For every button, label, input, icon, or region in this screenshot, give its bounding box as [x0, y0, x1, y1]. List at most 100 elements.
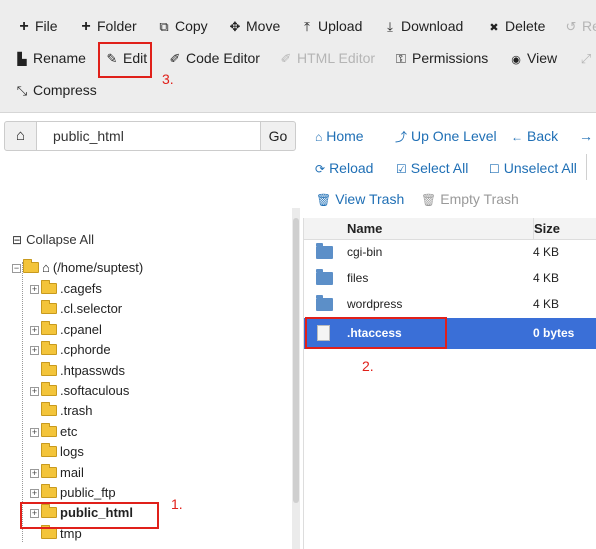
home-icon: ⌂ [42, 260, 50, 275]
tree-item-label: .cl.selector [60, 301, 123, 317]
tree-item[interactable]: + .cpanel [30, 320, 102, 340]
tree-item[interactable]: + public_ftp [30, 483, 116, 503]
callout-two: 2. [362, 358, 374, 374]
level-up-icon: ⤴ [395, 130, 408, 144]
table-row[interactable]: files 4 KB [304, 266, 596, 291]
download-icon: ⤓ [387, 19, 393, 34]
folder-open-icon [23, 259, 39, 274]
tree-item-label: .trash [60, 403, 93, 419]
minus-square-icon: ⊟ [12, 233, 23, 247]
table-row[interactable]: wordpress 4 KB [304, 292, 596, 317]
tree-item[interactable]: + .cagefs [30, 279, 102, 299]
copy-icon: ⧉ [159, 19, 169, 34]
public-html-highlight-box [20, 502, 159, 529]
column-header-size[interactable]: Size [533, 218, 560, 239]
minus-toggle-icon[interactable]: − [12, 264, 21, 274]
new-folder-button[interactable]: + Folder [78, 15, 136, 37]
plus-toggle-icon[interactable]: + [30, 489, 39, 499]
delete-button[interactable]: ✖ Delete [486, 15, 545, 37]
tree-item-label: public_ftp [60, 485, 116, 500]
folder-icon [41, 463, 57, 478]
folder-icon [41, 341, 57, 356]
code-editor-button[interactable]: ✐ Code Editor [167, 47, 260, 69]
check-square-icon: ☑ [396, 162, 407, 176]
html-edit-icon: ✐ [280, 51, 292, 66]
reload-link[interactable]: ⟳ Reload [315, 160, 373, 176]
tree-item-label: .cagefs [60, 281, 102, 296]
home-icon: ⌂ [15, 127, 26, 144]
plus-toggle-icon[interactable]: + [30, 387, 39, 397]
forward-link[interactable]: → [579, 128, 593, 144]
upload-icon: ⤒ [304, 19, 310, 34]
file-icon: ▙ [17, 52, 27, 66]
tree-item[interactable]: + .softaculous [30, 381, 129, 401]
restore-button[interactable]: ↺Re [563, 15, 596, 37]
go-button[interactable]: Go [260, 121, 296, 151]
folder-icon [41, 443, 57, 458]
tree-item-label: logs [60, 444, 84, 460]
tree-item-label: .cpanel [60, 321, 102, 337]
permissions-button[interactable]: ⚿ Permissions [393, 47, 488, 69]
folder-icon [41, 484, 57, 499]
up-one-level-link[interactable]: ⤴ Up One Level [395, 128, 497, 145]
callout-one: 1. [171, 496, 183, 512]
htaccess-highlight-box [305, 317, 447, 349]
folder-icon [41, 320, 57, 335]
rename-button[interactable]: ▙ Rename [14, 47, 86, 69]
folder-icon [41, 402, 57, 417]
plus-toggle-icon[interactable]: + [30, 285, 39, 295]
callout-three: 3. [162, 71, 174, 87]
tree-item[interactable]: + mail [30, 463, 84, 483]
folder-icon [41, 382, 57, 397]
square-icon: ☐ [489, 162, 500, 176]
tree-scrollbar[interactable] [293, 218, 299, 503]
folder-icon [316, 269, 333, 285]
download-button[interactable]: ⤓ Download [382, 15, 463, 37]
new-file-button[interactable]: + File [16, 15, 57, 37]
extract-button[interactable]: ⤢ [578, 47, 596, 69]
unselect-all-link[interactable]: ☐ Unselect All [489, 160, 577, 176]
tree-item[interactable]: + etc [30, 422, 77, 442]
folder-icon [41, 422, 57, 437]
folder-icon [41, 361, 57, 376]
file-name: cgi-bin [347, 245, 383, 259]
select-all-link[interactable]: ☑ Select All [396, 160, 468, 176]
tree-item[interactable]: .cl.selector [30, 299, 122, 319]
column-header-name[interactable]: Name [347, 218, 382, 239]
tree-guide-line [22, 262, 24, 542]
tree-item[interactable]: + .cphorde [30, 340, 111, 360]
plus-icon: + [19, 18, 29, 35]
plus-toggle-icon[interactable]: + [30, 346, 39, 356]
compress-button[interactable]: ⤡ Compress [14, 79, 97, 101]
file-size: 4 KB [533, 245, 560, 259]
view-button[interactable]: ◉ View [508, 47, 557, 69]
plus-toggle-icon[interactable]: + [30, 325, 39, 335]
key-icon: ⚿ [396, 51, 406, 66]
collapse-all-button[interactable]: ⊟ Collapse All [12, 232, 94, 247]
tree-item[interactable]: logs [30, 442, 84, 462]
html-editor-button[interactable]: ✐ HTML Editor [278, 47, 376, 69]
tree-item[interactable]: .htpasswds [30, 361, 125, 381]
home-link[interactable]: ⌂ Home [315, 128, 364, 144]
move-button[interactable]: ✥ Move [227, 15, 281, 37]
folder-icon [41, 300, 57, 315]
empty-trash-link[interactable]: 🗑 Empty Trash [421, 191, 519, 207]
home-directory-button[interactable]: ⌂ [4, 121, 37, 151]
path-input[interactable] [36, 121, 261, 151]
expand-icon: ⤢ [580, 51, 592, 66]
view-trash-link[interactable]: 🗑 View Trash [316, 191, 404, 207]
plus-toggle-icon[interactable]: + [30, 427, 39, 437]
tree-item-label: .softaculous [60, 383, 130, 398]
table-row[interactable]: cgi-bin 4 KB [304, 240, 596, 265]
plus-icon: + [81, 18, 91, 35]
tree-item[interactable]: .trash [30, 401, 93, 421]
plus-toggle-icon[interactable]: + [30, 468, 39, 478]
trash-icon: 🗑 [421, 193, 437, 207]
copy-button[interactable]: ⧉ Copy [156, 15, 207, 37]
tree-root[interactable]: − ⌂ (/home/suptest) [12, 258, 143, 278]
arrow-left-icon: ← [511, 130, 523, 144]
upload-button[interactable]: ⤒ Upload [299, 15, 362, 37]
refresh-icon: ⟳ [315, 162, 326, 176]
back-link[interactable]: ← Back [511, 128, 558, 144]
folder-icon [316, 295, 333, 311]
